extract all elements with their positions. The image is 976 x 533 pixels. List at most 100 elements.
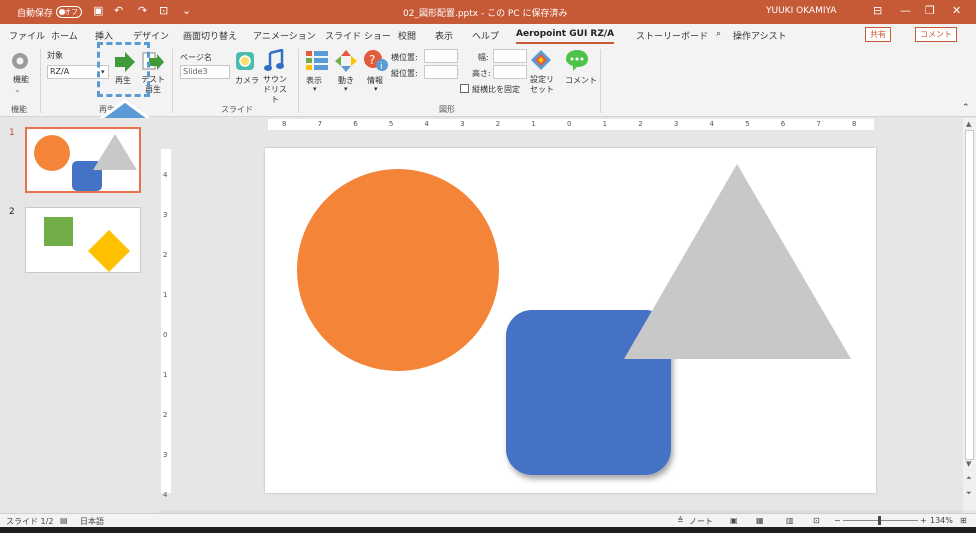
tab-transitions[interactable]: 画面切り替え <box>183 29 237 42</box>
page-name-label: ページ名 <box>180 53 212 62</box>
ruler-tick-label: 1 <box>163 291 168 299</box>
lock-ratio-checkbox[interactable] <box>460 84 469 93</box>
share-button[interactable]: 共有 <box>865 27 891 42</box>
slideshow-view-icon[interactable]: ⊡ <box>813 516 820 525</box>
ruler-tick-label: 6 <box>353 120 358 128</box>
quick-access-menu-icon[interactable]: ⌄ <box>182 4 191 17</box>
svg-text:?: ? <box>369 53 375 67</box>
tell-me-search[interactable]: 操作アシスト <box>733 29 787 42</box>
ruler-tick-label: 8 <box>282 120 287 128</box>
tab-aeropoint[interactable]: Aeropoint GUI RZ/A <box>516 29 615 44</box>
comments-button[interactable]: コメント <box>915 27 957 42</box>
horizontal-ruler: 8 7 6 5 4 3 2 1 0 1 2 3 4 5 6 7 8 <box>268 119 874 130</box>
scrollbar-thumb[interactable] <box>965 130 974 460</box>
ruler-tick-label: 7 <box>317 120 323 128</box>
previous-slide-icon[interactable]: ⏶ <box>966 474 972 483</box>
search-icon[interactable]: ⌕ <box>716 29 721 39</box>
width-label: 幅: <box>478 53 489 62</box>
ribbon-display-options-icon[interactable]: ⊟ <box>873 4 882 17</box>
ruler-tick-label: 2 <box>638 120 643 128</box>
ruler-tick-label: 3 <box>460 120 465 128</box>
comment-bubble-icon <box>566 50 588 71</box>
camera-button[interactable]: カメラ <box>235 75 259 86</box>
ruler-tick-label: 5 <box>388 120 394 128</box>
close-icon[interactable]: ✕ <box>952 4 961 17</box>
ruler-tick-label: 4 <box>709 120 714 128</box>
ruler-tick-label: 1 <box>163 371 168 379</box>
width-input[interactable] <box>493 49 527 63</box>
dropdown-arrow-icon: ⌄ <box>14 85 21 94</box>
slide-sorter-icon[interactable]: ▦ <box>756 516 764 525</box>
taskbar <box>0 527 976 533</box>
tab-animations[interactable]: アニメーション <box>253 29 316 42</box>
tab-insert[interactable]: 挿入 <box>95 29 113 42</box>
spellcheck-icon[interactable]: ▤ <box>60 516 68 525</box>
slide-group-label: スライド <box>221 105 253 114</box>
scroll-up-icon[interactable]: ▲ <box>966 120 971 128</box>
chevron-down-icon: ▾ <box>344 85 348 93</box>
collapse-ribbon-icon[interactable]: ⌃ <box>962 103 970 113</box>
display-grid-icon <box>306 51 328 70</box>
document-title: 02_図形配置.pptx - この PC に保存済み <box>403 9 568 19</box>
music-note-icon <box>264 49 284 71</box>
ruler-tick-label: 2 <box>163 251 168 259</box>
gear-icon <box>12 53 28 69</box>
undo-icon[interactable]: ↶ <box>114 4 123 17</box>
language-indicator[interactable]: 日本語 <box>80 516 104 527</box>
ruler-tick-label: 3 <box>673 120 679 128</box>
camera-icon <box>236 52 254 70</box>
normal-view-icon[interactable]: ▣ <box>730 516 738 525</box>
lock-ratio-label: 縦横比を固定 <box>472 85 520 94</box>
autosave-label: 自動保存 <box>17 9 54 19</box>
settings-reset-button[interactable]: 設定リセット <box>529 75 555 95</box>
redo-icon[interactable]: ↷ <box>138 4 147 17</box>
ruler-tick-label: 1 <box>602 120 608 128</box>
tab-design[interactable]: デザイン <box>133 29 169 42</box>
slide-canvas[interactable] <box>265 148 876 493</box>
tab-view[interactable]: 表示 <box>435 29 453 42</box>
tab-slideshow[interactable]: スライド ショー <box>325 29 391 42</box>
next-slide-icon[interactable]: ⏷ <box>966 489 972 498</box>
highlight-box <box>97 42 150 97</box>
save-icon[interactable]: ▣ <box>93 4 103 17</box>
reading-view-icon[interactable]: ▥ <box>786 516 794 525</box>
presentation-start-icon[interactable]: ⊡ <box>159 4 168 17</box>
autosave-toggle[interactable]: オフ <box>56 6 82 18</box>
minimize-icon[interactable]: — <box>900 4 911 17</box>
tab-storyboard[interactable]: ストーリーボード <box>636 29 708 42</box>
zoom-out-icon[interactable]: − <box>834 516 841 525</box>
pos-x-input[interactable] <box>424 49 458 63</box>
tab-file[interactable]: ファイル <box>9 29 45 42</box>
zoom-slider-thumb[interactable] <box>878 516 881 525</box>
comment-button[interactable]: コメント <box>565 75 597 86</box>
ruler-tick-label: 4 <box>424 120 429 128</box>
chevron-down-icon: ▾ <box>313 85 317 93</box>
sound-list-button[interactable]: サウンドリスト <box>260 75 290 105</box>
slide-shapes <box>297 164 851 475</box>
notes-button[interactable]: ノート <box>689 516 713 527</box>
orange-circle-shape[interactable] <box>297 169 499 371</box>
tab-home[interactable]: ホーム <box>51 29 78 42</box>
feature-button[interactable]: 機能 <box>8 75 34 85</box>
group-divider <box>172 49 173 113</box>
page-name-input[interactable]: Slide3 <box>180 65 230 79</box>
ruler-tick-label: 1 <box>531 120 536 128</box>
vertical-scrollbar[interactable]: ▲ ▼ ⏶ ⏷ <box>963 118 976 510</box>
status-bar: スライド 1/2 ▤ 日本語 ≜ ノート ▣ ▦ ▥ ⊡ − + 134% ⊞ <box>0 513 976 527</box>
fit-to-window-icon[interactable]: ⊞ <box>960 516 967 525</box>
slide-thumbnail-1[interactable] <box>25 127 141 193</box>
slide-thumbnail-2[interactable] <box>25 207 141 273</box>
ruler-tick-label: 0 <box>163 331 168 339</box>
tab-help[interactable]: ヘルプ <box>472 29 499 42</box>
user-name[interactable]: YUUKI OKAMIYA <box>766 6 836 16</box>
height-input[interactable] <box>493 65 527 79</box>
scroll-down-icon[interactable]: ▼ <box>966 460 971 468</box>
zoom-in-icon[interactable]: + <box>920 516 927 525</box>
tab-review[interactable]: 校閲 <box>398 29 416 42</box>
pos-y-input[interactable] <box>424 65 458 79</box>
zoom-level[interactable]: 134% <box>930 516 953 525</box>
slide-thumbnail-pane: 1 2 <box>0 118 158 510</box>
restore-icon[interactable]: ❐ <box>925 4 935 17</box>
ruler-tick-label: 4 <box>163 171 168 179</box>
gray-triangle-shape[interactable] <box>624 164 851 359</box>
